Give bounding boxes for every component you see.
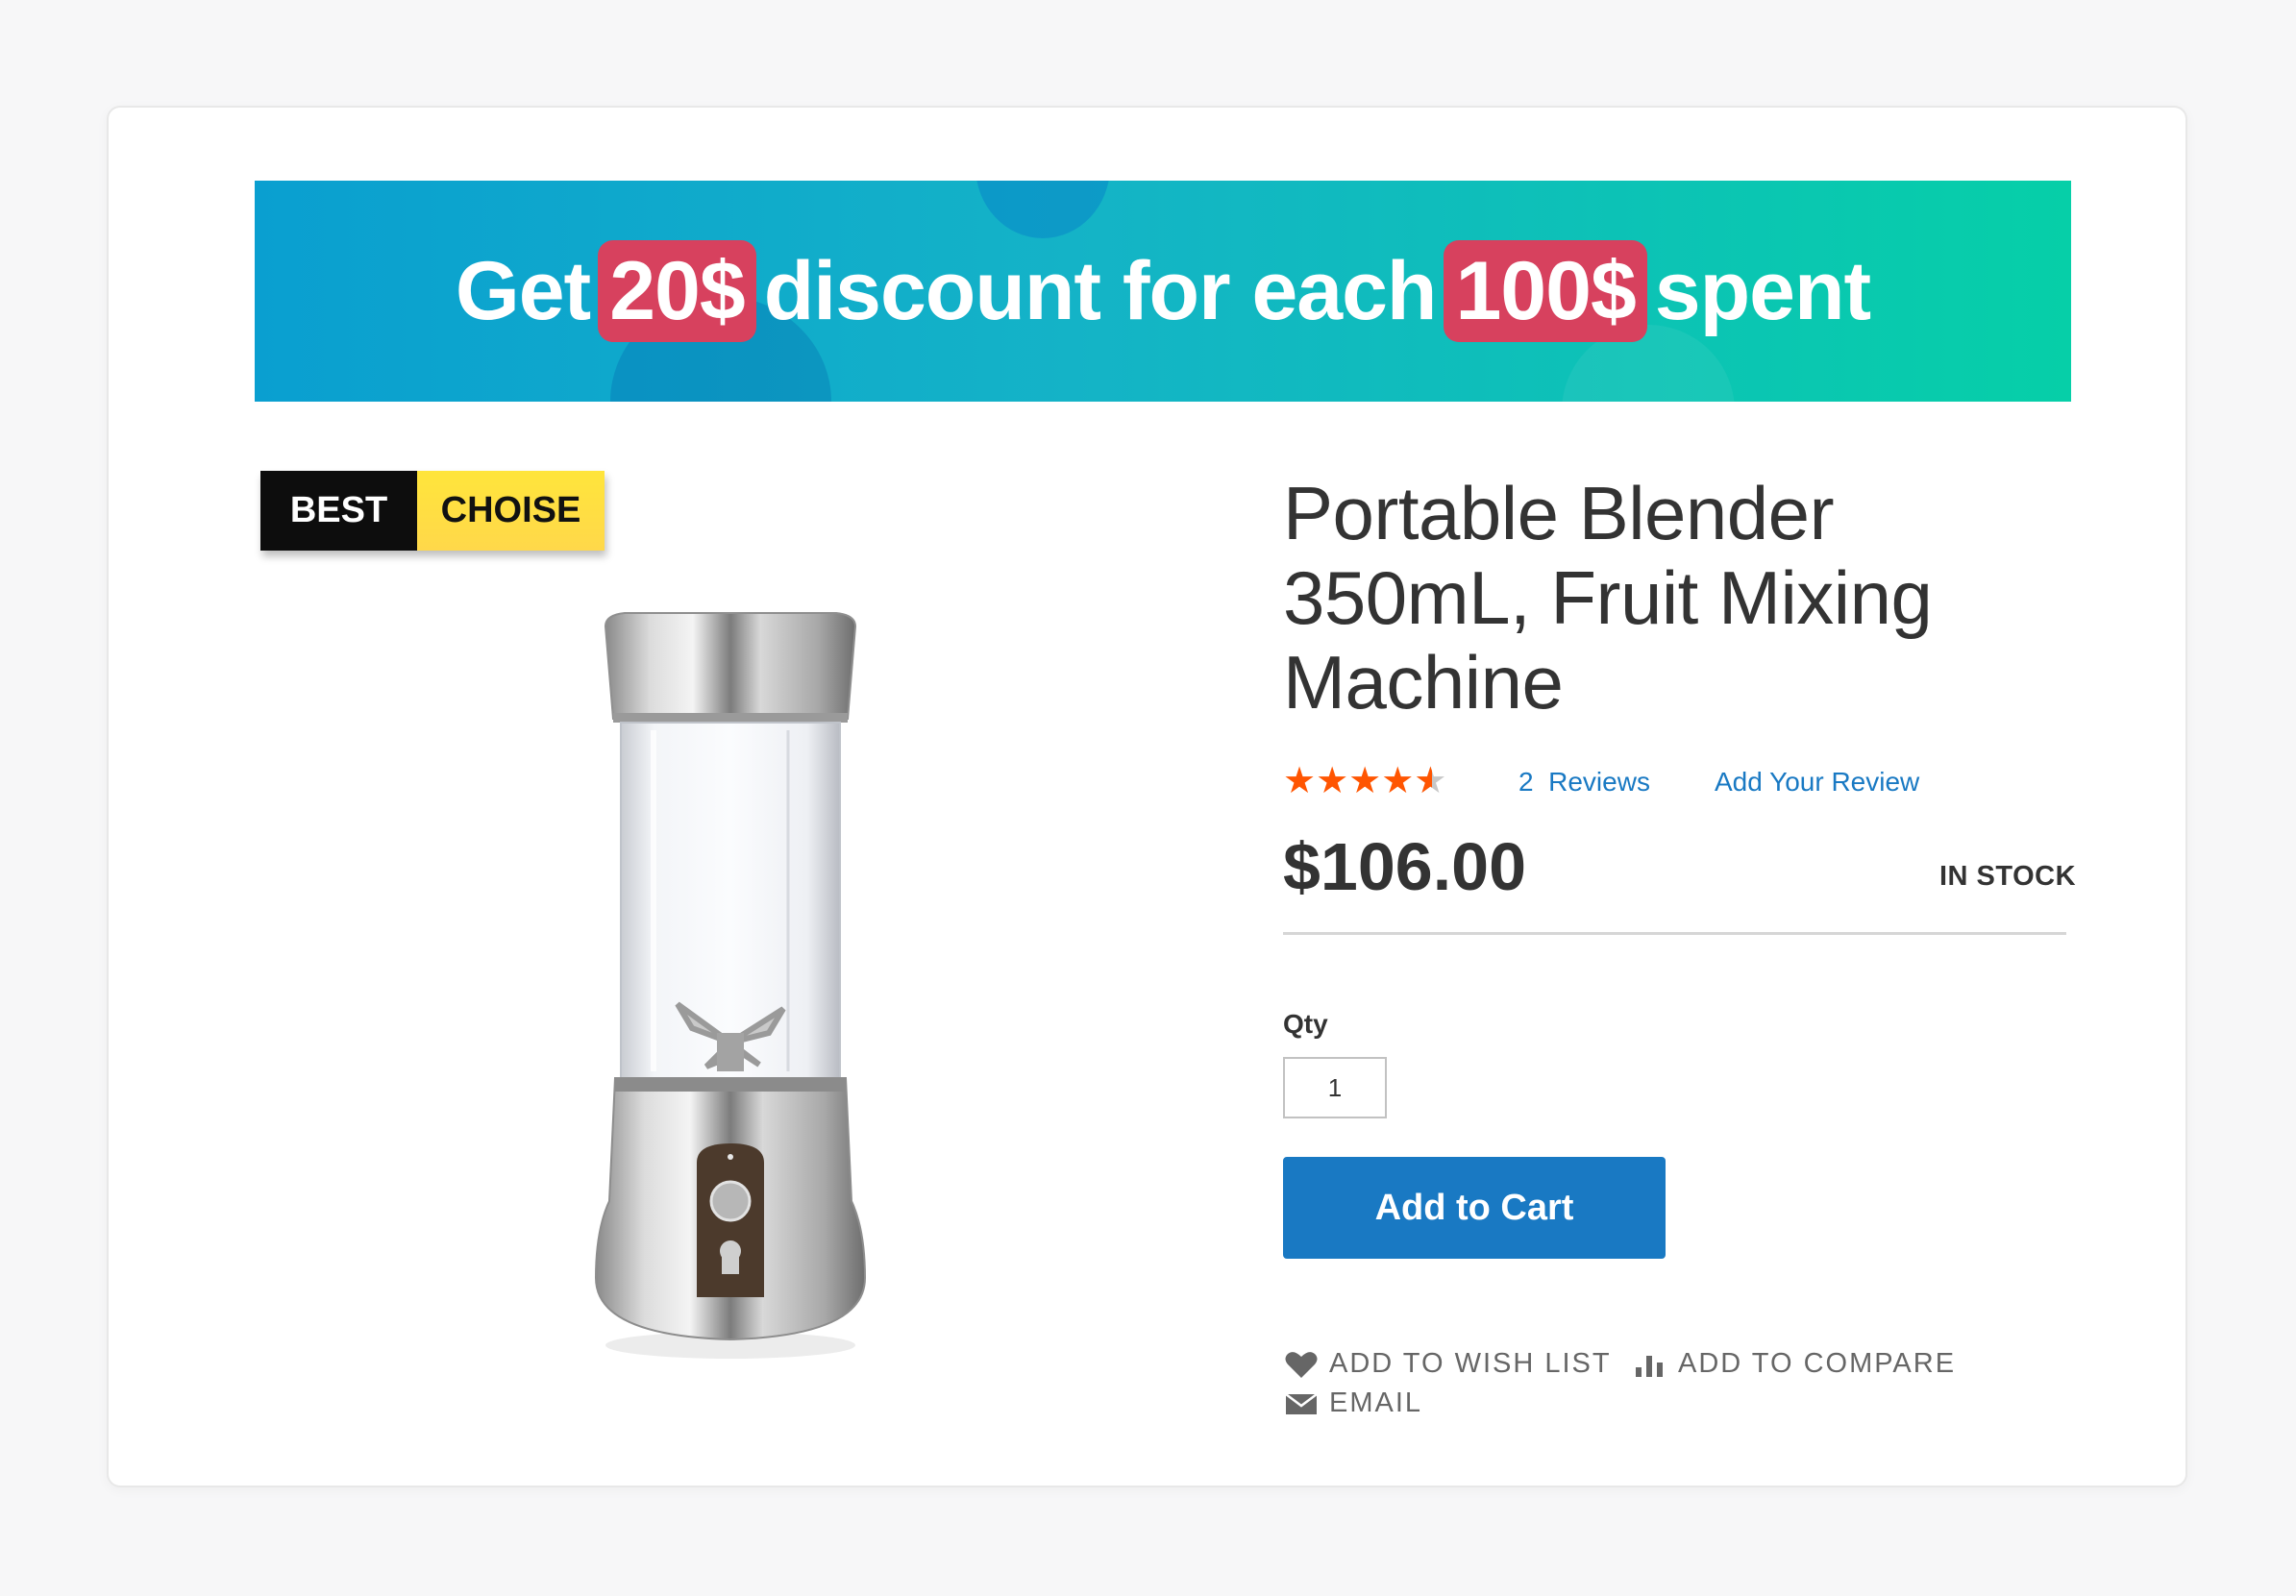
badge-right-label: CHOISE (417, 471, 605, 551)
divider (1283, 932, 2066, 935)
bar-chart-icon (1636, 1355, 1663, 1377)
badge-left-label: BEST (260, 471, 417, 551)
email-label: Email (1329, 1387, 1423, 1418)
reviews-label: Reviews (1548, 767, 1650, 797)
product-price: $106.00 (1283, 829, 1527, 904)
compare-label: Add to Compare (1678, 1348, 1957, 1379)
star-half-icon: ★ (1414, 762, 1446, 800)
promo-text-part: Get (455, 244, 591, 337)
star-full-icon: ★ (1283, 761, 1317, 801)
product-image[interactable] (586, 605, 875, 1374)
star-full-icon: ★ (1348, 761, 1382, 801)
star-full-icon: ★ (1316, 761, 1349, 801)
product-title: Portable Blender 350mL, Fruit Mixing Mac… (1283, 471, 1933, 724)
rating-stars[interactable]: ★ ★ ★ ★ ★ (1283, 762, 1446, 800)
wishlist-label: Add to Wish List (1329, 1348, 1612, 1379)
qty-label: Qty (1283, 1009, 1328, 1039)
reviews-count: 2 (1518, 767, 1534, 797)
heart-icon (1285, 1351, 1318, 1378)
promo-highlight-discount: 20$ (598, 239, 756, 343)
qty-input[interactable] (1283, 1057, 1387, 1118)
promo-highlight-threshold: 100$ (1444, 239, 1647, 343)
promo-text-part: discount for each (763, 244, 1438, 337)
promo-text-part: spent (1654, 244, 1871, 337)
product-rating[interactable]: ★ ★ ★ ★ ★ (1283, 762, 1446, 800)
add-to-wishlist-link[interactable]: Add to Wish List (1285, 1348, 1612, 1380)
best-choice-badge: BEST CHOISE (260, 471, 605, 551)
reviews-link[interactable]: 2 Reviews (1518, 767, 1650, 798)
email-link[interactable]: Email (1285, 1387, 1422, 1419)
envelope-icon (1285, 1392, 1318, 1414)
add-to-compare-link[interactable]: Add to Compare (1634, 1348, 1956, 1380)
add-to-cart-button[interactable]: Add to Cart (1283, 1157, 1666, 1259)
stock-status: IN STOCK (1939, 861, 2077, 892)
promo-banner[interactable]: Get 20$ discount for each 100$ spent (255, 181, 2071, 402)
add-review-link[interactable]: Add Your Review (1715, 767, 1919, 798)
star-full-icon: ★ (1381, 761, 1415, 801)
promo-banner-text: Get 20$ discount for each 100$ spent (255, 181, 2071, 402)
